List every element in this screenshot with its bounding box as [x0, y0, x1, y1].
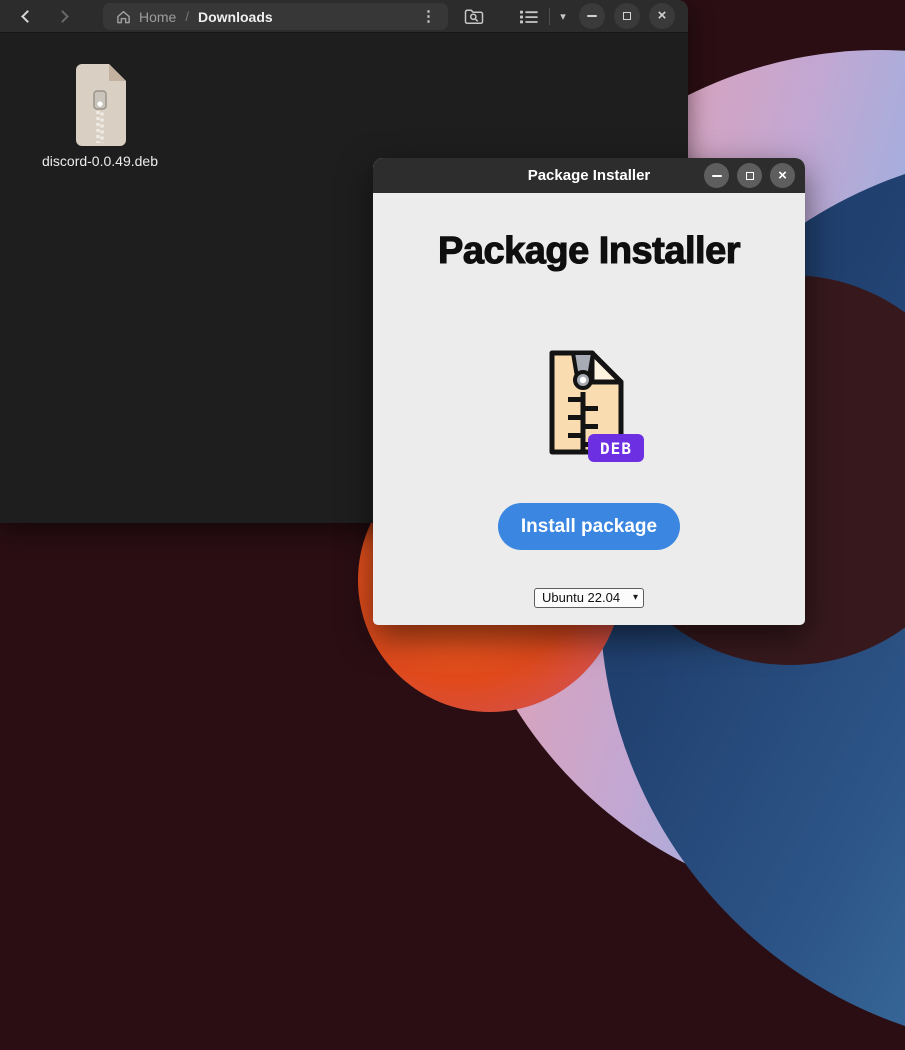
close-icon: × — [658, 8, 667, 24]
deb-badge: DEB — [588, 434, 644, 462]
files-maximize-button[interactable] — [614, 3, 640, 29]
forward-button[interactable] — [50, 3, 78, 30]
zip-archive-file-icon — [68, 63, 132, 147]
breadcrumb-home-label: Home — [139, 9, 176, 25]
files-minimize-button[interactable] — [579, 3, 605, 29]
chevron-left-icon — [21, 10, 34, 23]
package-installer-window: Package Installer × Package Installer — [373, 158, 805, 625]
breadcrumb-home[interactable]: Home — [116, 9, 176, 25]
installer-heading: Package Installer — [373, 230, 805, 273]
file-name-label: discord-0.0.49.deb — [36, 153, 164, 169]
maximize-icon — [623, 12, 631, 20]
installer-titlebar: Package Installer × — [373, 158, 805, 193]
file-item-deb[interactable]: discord-0.0.49.deb — [36, 63, 164, 169]
menu-dots-icon[interactable]: ⋮ — [419, 9, 438, 24]
folder-search-icon — [464, 8, 484, 25]
installer-close-button[interactable]: × — [770, 163, 795, 188]
install-package-button[interactable]: Install package — [498, 503, 680, 550]
caret-down-icon: ▾ — [560, 10, 566, 23]
search-button[interactable] — [459, 3, 489, 30]
os-select[interactable]: Ubuntu 22.04 — [534, 588, 644, 608]
os-select-wrap: Ubuntu 22.04 ▾ — [534, 588, 644, 608]
deb-package-icon: DEB — [544, 346, 628, 458]
breadcrumb-separator: / — [185, 9, 189, 24]
installer-minimize-button[interactable] — [704, 163, 729, 188]
maximize-icon — [746, 172, 754, 180]
breadcrumb: Home / Downloads ⋮ — [103, 3, 448, 30]
minimize-icon — [712, 175, 722, 177]
list-view-icon — [520, 10, 538, 24]
minimize-icon — [587, 15, 597, 17]
files-close-button[interactable]: × — [649, 3, 675, 29]
chevron-right-icon — [56, 10, 69, 23]
view-options-dropdown[interactable]: ▾ — [551, 3, 575, 30]
list-view-button[interactable] — [513, 3, 545, 30]
toolbar-divider — [549, 8, 550, 25]
home-icon — [116, 10, 131, 24]
installer-maximize-button[interactable] — [737, 163, 762, 188]
close-icon: × — [778, 168, 787, 184]
breadcrumb-current[interactable]: Downloads — [198, 9, 273, 25]
back-button[interactable] — [12, 3, 40, 30]
files-headerbar: Home / Downloads ⋮ ▾ — [0, 0, 688, 33]
